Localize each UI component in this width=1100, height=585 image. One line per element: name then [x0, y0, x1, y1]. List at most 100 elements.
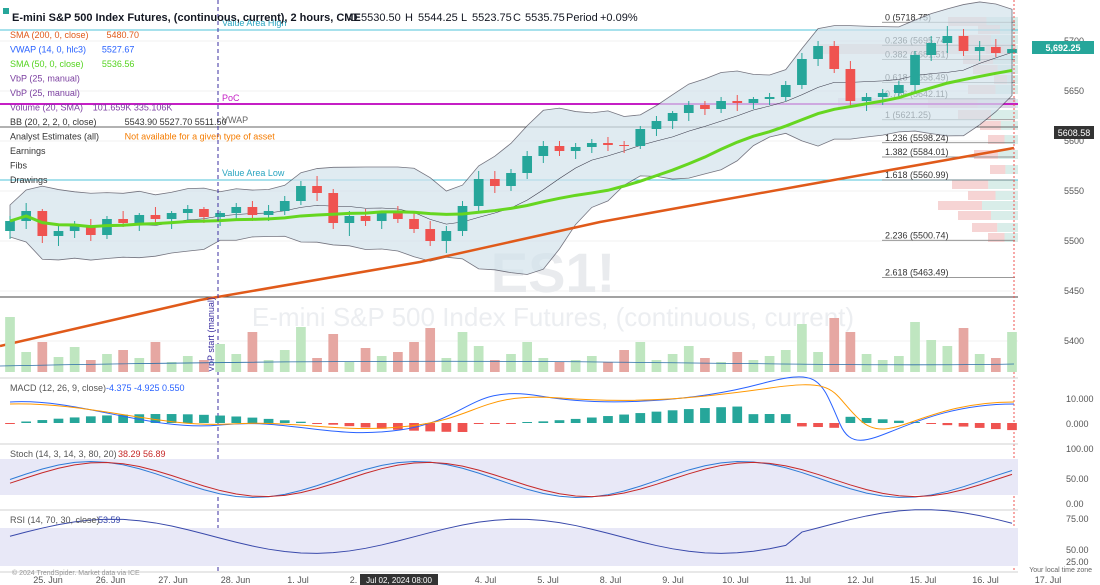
ohlc-close: 5535.75 [525, 12, 565, 24]
macd-histogram-bar [522, 422, 533, 423]
candle-body [570, 147, 581, 151]
macd-histogram-bar [974, 423, 985, 428]
candle-body [1007, 49, 1017, 53]
legend-label: Volume (20, SMA) [10, 103, 83, 113]
candle-body [5, 221, 15, 231]
candle-body [829, 46, 840, 69]
macd-histogram-bar [926, 423, 937, 424]
rsi-tick: 25.00 [1066, 557, 1089, 567]
macd-tick: 10.000 [1066, 394, 1094, 404]
macd-histogram-bar [21, 421, 32, 423]
candle-body [247, 207, 258, 215]
volume-bar [797, 324, 807, 372]
legend-label: Analyst Estimates (all) [10, 132, 99, 142]
candle-body [716, 101, 726, 109]
time-tick: 11. Jul [785, 575, 811, 585]
macd-histogram-bar [279, 420, 290, 423]
rsi-tick: 50.00 [1066, 545, 1089, 555]
time-tick: 1. Jul [287, 575, 309, 585]
copyright-text: © 2024 TrendSpider. Market data via ICE [12, 569, 140, 577]
volume-bar [85, 360, 96, 372]
macd-histogram-bar [473, 423, 484, 424]
candle-body [764, 97, 775, 99]
volume-bar [958, 328, 969, 372]
local-time-label[interactable]: Your local time zone [1029, 567, 1092, 574]
time-tick: 16. Jul [972, 575, 999, 585]
macd-histogram-bar [247, 417, 258, 423]
macd-histogram-bar [683, 409, 694, 423]
macd-histogram-bar [700, 408, 710, 423]
volume-bar [522, 342, 533, 372]
price-tick: 5500 [1064, 236, 1084, 246]
legend-label: VWAP (14, 0, hlc3) [10, 45, 86, 55]
candle-body [845, 69, 856, 101]
candle-body [150, 215, 161, 219]
volume-bar [312, 358, 322, 372]
macd-histogram-bar [1007, 423, 1017, 431]
vbp-bar-up [1005, 165, 1018, 174]
volume-bar [942, 346, 953, 372]
candle-body [473, 179, 484, 206]
price-tick: 5450 [1064, 286, 1084, 296]
candle-body [651, 121, 662, 129]
volume-bar [845, 332, 856, 372]
candle-body [554, 146, 565, 151]
macd-histogram-bar [69, 417, 80, 423]
macd-histogram-bar [312, 423, 322, 424]
rsi-label: RSI (14, 70, 30, close) [10, 515, 100, 525]
vbp-bar-up [997, 223, 1018, 232]
volume-bar [619, 350, 629, 372]
chart-window: ES1! E-mini S&P 500 Index Futures, (cont… [0, 0, 1100, 585]
volume-bar [926, 340, 937, 372]
macd-histogram-bar [344, 423, 355, 427]
macd-histogram-bar [732, 406, 743, 423]
volume-bar [441, 358, 452, 372]
status-dot [3, 8, 9, 14]
candle-body [700, 105, 710, 109]
volume-bar [199, 360, 209, 372]
volume-bar [182, 356, 193, 372]
volume-bar [296, 327, 306, 372]
candle-body [780, 85, 791, 97]
stoch-values: 38.29 56.89 [118, 449, 166, 459]
sma200-price-text: 5608.58 [1058, 128, 1091, 138]
volume-bar [376, 356, 387, 372]
vbp-bar-down [958, 211, 991, 220]
time-tick: 8. Jul [600, 575, 622, 585]
macd-histogram-bar [813, 423, 823, 428]
volume-bar [990, 358, 1001, 372]
candle-body [683, 105, 694, 113]
macd-histogram-bar [942, 423, 953, 426]
time-tick: 28. Jun [221, 575, 251, 585]
macd-histogram-bar [296, 421, 306, 423]
macd-histogram-bar [990, 423, 1001, 430]
chart-canvas[interactable]: ES1! E-mini S&P 500 Index Futures, (cont… [0, 0, 1100, 585]
candle-body [990, 47, 1001, 53]
candle-body [263, 211, 274, 215]
volume-bar [37, 342, 48, 372]
vbp-bar-down [968, 191, 996, 200]
vbp-bar-down [972, 223, 998, 232]
crosshair-date-text: Jul 02, 2024 08:00 [366, 576, 432, 585]
candle-body [958, 36, 969, 51]
time-tick: 4. Jul [475, 575, 497, 585]
macd-histogram-bar [457, 423, 468, 432]
volume-bar [69, 347, 80, 372]
fib-label: 1.618 (5560.99) [885, 170, 949, 180]
ohlc-low: 5523.75 [472, 12, 512, 24]
candle-body [360, 216, 371, 221]
macd-histogram-bar [570, 418, 581, 423]
vbp-bar-up [982, 201, 1018, 210]
candle-body [457, 206, 468, 231]
macd-histogram-bar [37, 420, 48, 423]
candle-body [166, 213, 177, 219]
volume-bar [344, 362, 355, 372]
candle-body [748, 99, 759, 103]
macd-histogram-bar [651, 411, 662, 423]
candle-body [489, 179, 500, 186]
macd-histogram-bar [441, 423, 452, 432]
vbp-bar-down [990, 165, 1006, 174]
price-axis-background [1018, 0, 1100, 585]
macd-histogram-bar [586, 417, 597, 423]
candle-body [215, 213, 225, 217]
